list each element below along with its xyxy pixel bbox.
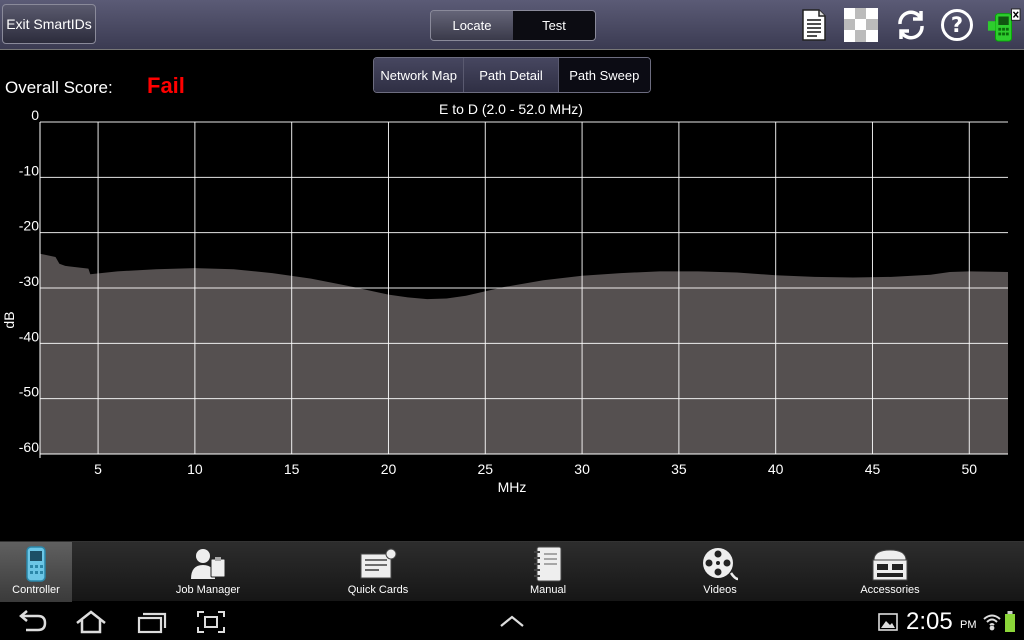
x-axis-label: MHz [498,479,527,495]
y-tick-label: -10 [19,162,39,178]
back-icon[interactable] [14,608,48,636]
meter-status-icon[interactable] [987,8,1021,42]
chevron-up-icon[interactable] [498,608,526,636]
nav-quick-cards-label: Quick Cards [347,584,409,596]
y-tick-label: 0 [31,107,39,123]
x-tick-label: 20 [381,461,397,477]
recent-apps-icon[interactable] [134,608,168,636]
x-tick-label: 15 [284,461,300,477]
accessories-case-icon [870,544,910,584]
y-tick-label: -40 [19,328,39,344]
tab-locate[interactable]: Locate [431,11,513,40]
tab-network-map[interactable]: Network Map [374,58,464,92]
gallery-icon [878,608,898,636]
top-toolbar: Exit SmartIDs Locate Test ? [0,0,1024,50]
refresh-icon[interactable] [894,8,928,42]
report-icon[interactable] [797,8,831,42]
x-tick-label: 30 [574,461,590,477]
nav-quick-cards[interactable]: Quick Cards [338,542,418,602]
manual-icon [533,544,563,584]
x-tick-label: 35 [671,461,687,477]
y-tick-label: -20 [19,218,39,234]
film-reel-icon [701,544,739,584]
mode-segmented-control: Locate Test [430,10,596,41]
nav-manual[interactable]: Manual [508,542,588,602]
path-sweep-chart: 5 10 15 20 25 30 35 40 45 50 0 -10 -20 -30 -40 -50 -60 E… [1,101,1008,495]
y-tick-label: -30 [19,273,39,289]
svg-text:?: ? [951,13,963,37]
chart-title: E to D (2.0 - 52.0 MHz) [439,101,583,117]
x-tick-label: 5 [94,461,102,477]
nav-videos[interactable]: Videos [680,542,760,602]
x-tick-label: 25 [477,461,493,477]
android-system-bar [0,602,1024,640]
x-tick-label: 45 [865,461,881,477]
screenshot-icon[interactable] [196,608,226,636]
bottom-navigation: Controller Job Manager Quick Cards Manua… [0,541,1024,602]
exit-smartids-button[interactable]: Exit SmartIDs [2,4,96,44]
status-clock: 2:05 [906,608,953,635]
y-tick-label: -50 [19,384,39,400]
help-icon[interactable]: ? [940,8,974,42]
status-ampm: PM [960,619,977,631]
y-tick-label: -60 [19,439,39,455]
wifi-icon [982,608,1002,636]
nav-accessories[interactable]: Accessories [850,542,930,602]
x-tick-label: 10 [187,461,203,477]
battery-icon [1004,608,1016,636]
tab-path-detail[interactable]: Path Detail [463,58,558,92]
tab-path-sweep[interactable]: Path Sweep [557,58,650,92]
controller-icon [25,544,47,584]
y-axis-label: dB [1,311,17,328]
quick-cards-icon [359,544,397,584]
nav-accessories-label: Accessories [860,584,920,596]
nav-job-manager[interactable]: Job Manager [168,542,248,602]
tab-test[interactable]: Test [513,11,595,40]
view-segmented-control: Network Map Path Detail Path Sweep [373,57,651,93]
nav-job-manager-label: Job Manager [175,584,241,596]
nav-controller[interactable]: Controller [0,542,72,602]
nav-controller-label: Controller [12,584,60,596]
nav-manual-label: Manual [529,584,567,596]
sweep-area [40,253,1008,454]
home-icon[interactable] [74,608,108,636]
nav-videos-label: Videos [703,584,737,596]
overall-score-label: Overall Score: [5,78,113,97]
x-tick-label: 50 [961,461,977,477]
job-manager-icon [189,544,227,584]
x-tick-label: 40 [768,461,784,477]
checkerboard-icon[interactable] [844,8,878,42]
